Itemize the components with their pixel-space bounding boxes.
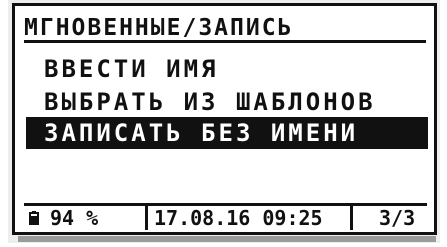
status-datetime: 17.08.16 09:25	[154, 206, 323, 230]
page-indicator: 3/3	[379, 206, 416, 230]
screen-shadow	[18, 236, 436, 242]
battery-level: 94 %	[50, 206, 99, 230]
page-title: МГНОВЕННЫЕ/ЗАПИСЬ	[24, 13, 426, 43]
status-bar: 94 % 17.08.16 09:25 3/3	[24, 203, 427, 230]
menu-item-save-without-name[interactable]: ЗАПИСАТЬ БЕЗ ИМЕНИ	[26, 117, 428, 149]
menu-item-choose-template[interactable]: ВЫБРАТЬ ИЗ ШАБЛОНОВ	[26, 86, 428, 118]
battery-icon	[29, 211, 39, 225]
menu-item-enter-name[interactable]: ВВЕСТИ ИМЯ	[26, 53, 428, 85]
status-divider	[145, 206, 148, 230]
status-divider	[350, 206, 353, 230]
